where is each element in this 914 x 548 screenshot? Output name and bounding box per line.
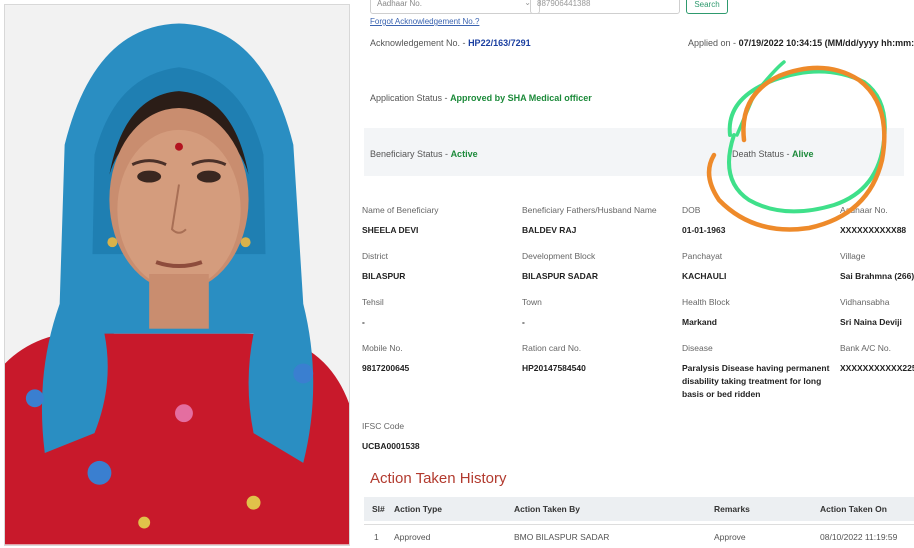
applied-on-value: 07/19/2022 10:34:15 xyxy=(738,38,823,48)
col-remarks: Remarks xyxy=(714,504,750,514)
table-row: 1 Approved BMO BILASPUR SADAR Approve 08… xyxy=(364,524,914,548)
death-status-row: Death Status - Alive xyxy=(732,149,814,159)
town-value: - xyxy=(522,317,525,327)
application-status-panel: Aadhaar No. ⌄ 887906441388 Search Forgot… xyxy=(354,0,914,548)
district-field: District BILASPUR xyxy=(362,251,527,283)
col-action-taken-by: Action Taken By xyxy=(514,504,580,514)
block-field: Development Block BILASPUR SADAR xyxy=(522,251,687,283)
panchayat-label: Panchayat xyxy=(682,251,723,261)
col-action-taken-on: Action Taken On xyxy=(820,504,887,514)
applied-on-row: Applied on - 07/19/2022 10:34:15 (MM/dd/… xyxy=(688,38,914,48)
father-value: BALDEV RAJ xyxy=(522,225,577,235)
ration-card-value: HP20147584540 xyxy=(522,363,586,373)
name-field: Name of Beneficiary SHEELA DEVI xyxy=(362,205,527,237)
village-label: Village xyxy=(840,251,866,261)
ifsc-label: IFSC Code xyxy=(362,421,405,431)
disease-label: Disease xyxy=(682,343,713,353)
death-status-value: Alive xyxy=(792,149,814,159)
vidhansabha-field: Vidhansabha Sri Naina Deviji xyxy=(840,297,914,329)
ifsc-value: UCBA0001538 xyxy=(362,441,420,451)
row-action-type: Approved xyxy=(394,532,431,542)
tehsil-label: Tehsil xyxy=(362,297,384,307)
applied-on-format: (MM/dd/yyyy hh:mm:ss) xyxy=(824,38,914,48)
aadhaar-field: Aadhaar No. XXXXXXXXXX88 xyxy=(840,205,914,237)
town-field: Town - xyxy=(522,297,687,329)
district-value: BILASPUR xyxy=(362,271,406,281)
bank-account-label: Bank A/C No. xyxy=(840,343,892,353)
death-status-label: Death Status - xyxy=(732,149,790,159)
row-remarks: Approve xyxy=(714,532,746,542)
name-label: Name of Beneficiary xyxy=(362,205,439,215)
vidhansabha-value: Sri Naina Deviji xyxy=(840,317,902,327)
ration-card-field: Ration card No. HP20147584540 xyxy=(522,343,687,375)
acknowledgement-value: HP22/163/7291 xyxy=(468,38,531,48)
search-bar: Aadhaar No. ⌄ 887906441388 Search xyxy=(354,0,914,16)
beneficiary-status-row: Beneficiary Status - Active xyxy=(370,149,478,159)
panchayat-value: KACHAULI xyxy=(682,271,727,281)
disease-value: Paralysis Disease having permanent disab… xyxy=(682,363,830,399)
application-status-label: Application Status - xyxy=(370,93,448,103)
mobile-field: Mobile No. 9817200645 xyxy=(362,343,527,375)
forgot-acknowledgement-link[interactable]: Forgot Acknowledgement No.? xyxy=(370,17,479,26)
dob-label: DOB xyxy=(682,205,701,215)
beneficiary-photo xyxy=(4,4,350,546)
father-label: Beneficiary Fathers/Husband Name xyxy=(522,205,657,215)
tehsil-field: Tehsil - xyxy=(362,297,527,329)
block-label: Development Block xyxy=(522,251,596,261)
search-input[interactable]: 887906441388 xyxy=(530,0,680,14)
tehsil-value: - xyxy=(362,317,365,327)
vidhansabha-label: Vidhansabha xyxy=(840,297,890,307)
search-input-value: 887906441388 xyxy=(537,0,591,8)
ration-card-label: Ration card No. xyxy=(522,343,582,353)
panchayat-field: Panchayat KACHAULI xyxy=(682,251,847,283)
search-button[interactable]: Search xyxy=(686,0,728,14)
health-block-field: Health Block Markand xyxy=(682,297,847,329)
district-label: District xyxy=(362,251,388,261)
beneficiary-status-label: Beneficiary Status - xyxy=(370,149,449,159)
disease-field: Disease Paralysis Disease having permane… xyxy=(682,343,832,401)
health-block-value: Markand xyxy=(682,317,717,327)
mobile-value: 9817200645 xyxy=(362,363,410,373)
father-field: Beneficiary Fathers/Husband Name BALDEV … xyxy=(522,205,687,237)
beneficiary-status-value: Active xyxy=(450,149,478,159)
village-value: Sai Brahmna (266) xyxy=(840,271,914,281)
ifsc-field: IFSC Code UCBA0001538 xyxy=(362,421,527,453)
aadhaar-label: Aadhaar No. xyxy=(840,205,888,215)
name-value: SHEELA DEVI xyxy=(362,225,419,235)
row-action-taken-by: BMO BILASPUR SADAR xyxy=(514,532,610,542)
health-block-label: Health Block xyxy=(682,297,730,307)
bank-account-field: Bank A/C No. XXXXXXXXXXX225 xyxy=(840,343,914,375)
acknowledgement-label: Acknowledgement No. - xyxy=(370,38,466,48)
row-sl: 1 xyxy=(374,532,379,542)
col-sl: Sl# xyxy=(372,504,385,514)
mobile-label: Mobile No. xyxy=(362,343,403,353)
search-type-select[interactable]: Aadhaar No. ⌄ xyxy=(370,0,540,14)
row-action-taken-on: 08/10/2022 11:19:59 xyxy=(820,532,898,542)
bank-account-value: XXXXXXXXXXX225 xyxy=(840,363,914,373)
application-status-row: Application Status - Approved by SHA Med… xyxy=(370,93,592,103)
col-action-type: Action Type xyxy=(394,504,443,514)
block-value: BILASPUR SADAR xyxy=(522,271,599,281)
action-history-title: Action Taken History xyxy=(370,470,507,487)
acknowledgement-row: Acknowledgement No. - HP22/163/7291 xyxy=(370,38,531,48)
history-table-header: Sl# Action Type Action Taken By Remarks … xyxy=(364,497,914,521)
village-field: Village Sai Brahmna (266) xyxy=(840,251,914,283)
dob-value: 01-01-1963 xyxy=(682,225,726,235)
application-status-value: Approved by SHA Medical officer xyxy=(450,93,592,103)
dob-field: DOB 01-01-1963 xyxy=(682,205,847,237)
town-label: Town xyxy=(522,297,542,307)
search-type-value: Aadhaar No. xyxy=(377,0,422,8)
applied-on-label: Applied on - xyxy=(688,38,737,48)
aadhaar-value: XXXXXXXXXX88 xyxy=(840,225,907,235)
